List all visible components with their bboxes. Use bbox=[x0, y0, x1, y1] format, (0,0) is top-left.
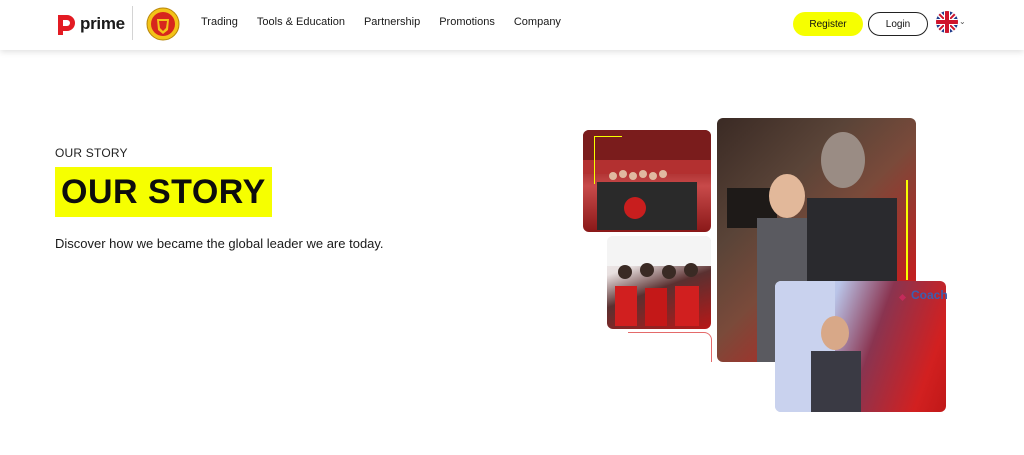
fans-jerseys-photo bbox=[607, 236, 711, 329]
nav-tools-education[interactable]: Tools & Education bbox=[257, 16, 345, 28]
page-title: OUR STORY bbox=[55, 167, 272, 217]
prime-logo-icon bbox=[58, 15, 75, 35]
nav-promotions[interactable]: Promotions bbox=[439, 16, 495, 28]
chevron-down-icon[interactable]: ⌄ bbox=[959, 17, 966, 26]
nav-company[interactable]: Company bbox=[514, 16, 561, 28]
coach-label: Coach bbox=[911, 288, 948, 302]
site-header: prime Trading Tools & Education Partners… bbox=[0, 0, 1024, 50]
header-divider bbox=[132, 6, 133, 40]
prime-logo[interactable]: prime bbox=[56, 12, 125, 36]
nav-partnership[interactable]: Partnership bbox=[364, 16, 420, 28]
register-button[interactable]: Register bbox=[793, 12, 863, 36]
login-button[interactable]: Login bbox=[868, 12, 928, 36]
page-subtitle: Discover how we became the global leader… bbox=[55, 236, 384, 251]
section-eyebrow: OUR STORY bbox=[55, 146, 128, 160]
decorative-line-yellow bbox=[906, 180, 908, 280]
decorative-bracket-yellow bbox=[594, 136, 622, 184]
main-nav: Trading Tools & Education Partnership Pr… bbox=[201, 16, 580, 28]
decorative-bracket-red bbox=[628, 332, 712, 362]
nav-trading[interactable]: Trading bbox=[201, 16, 238, 28]
fans-illustration bbox=[607, 236, 711, 326]
club-crest-icon bbox=[146, 7, 180, 41]
uk-flag-icon[interactable] bbox=[936, 11, 958, 33]
logo-wordmark: prime bbox=[80, 14, 125, 33]
